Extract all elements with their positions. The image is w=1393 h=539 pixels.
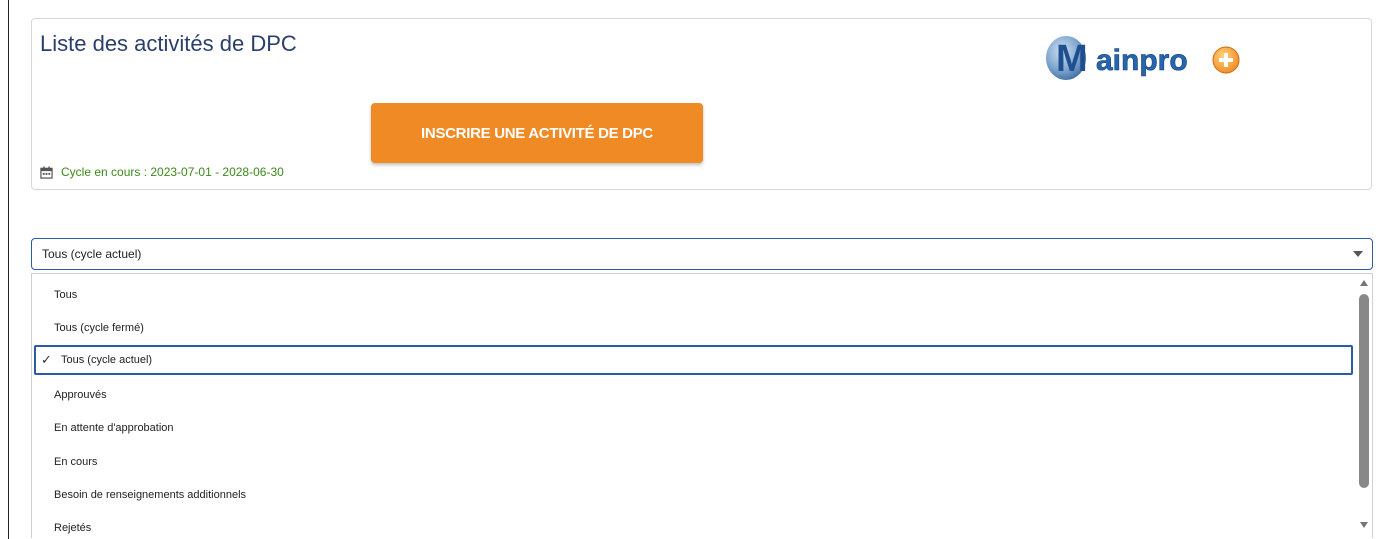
filter-option-pending-approval[interactable]: En attente d'approbation <box>32 413 1353 443</box>
calendar-icon <box>40 165 53 179</box>
filter-option-in-progress[interactable]: En cours <box>32 447 1353 477</box>
svg-text:M: M <box>1056 38 1088 80</box>
checkmark-icon: ✓ <box>41 352 52 367</box>
filter-option-closed-cycle[interactable]: Tous (cycle fermé) <box>32 313 1353 343</box>
filter-option-approved[interactable]: Approuvés <box>32 380 1353 410</box>
scroll-up-arrow-icon[interactable] <box>1360 280 1368 286</box>
filter-option-current-cycle[interactable]: ✓ Tous (cycle actuel) <box>34 345 1353 375</box>
svg-text:ainpro: ainpro <box>1096 44 1188 77</box>
filter-option-needs-info[interactable]: Besoin de renseignements additionnels <box>32 480 1353 510</box>
selected-filter-value: Tous (cycle actuel) <box>42 247 142 261</box>
page-title: Liste des activités de DPC <box>40 31 297 56</box>
activity-filter-select[interactable]: Tous (cycle actuel) <box>31 238 1373 270</box>
filter-option-all[interactable]: Tous <box>32 280 1353 310</box>
scrollbar-thumb[interactable] <box>1359 294 1369 488</box>
filter-option-rejected[interactable]: Rejetés <box>32 513 1353 538</box>
activities-header-card: Liste des activités de DPC INSCRIRE UNE … <box>31 18 1372 190</box>
register-activity-button[interactable]: INSCRIRE UNE ACTIVITÉ DE DPC <box>371 103 703 163</box>
cycle-text: Cycle en cours : 2023-07-01 - 2028-06-30 <box>61 165 284 179</box>
current-cycle: Cycle en cours : 2023-07-01 - 2028-06-30 <box>40 165 284 179</box>
caret-down-icon[interactable] <box>1353 251 1363 257</box>
scroll-down-arrow-icon[interactable] <box>1360 522 1368 528</box>
mainpro-logo: M ainpro <box>1046 36 1240 80</box>
filter-options-list: Tous Tous (cycle fermé) ✓ Tous (cycle ac… <box>31 273 1373 538</box>
